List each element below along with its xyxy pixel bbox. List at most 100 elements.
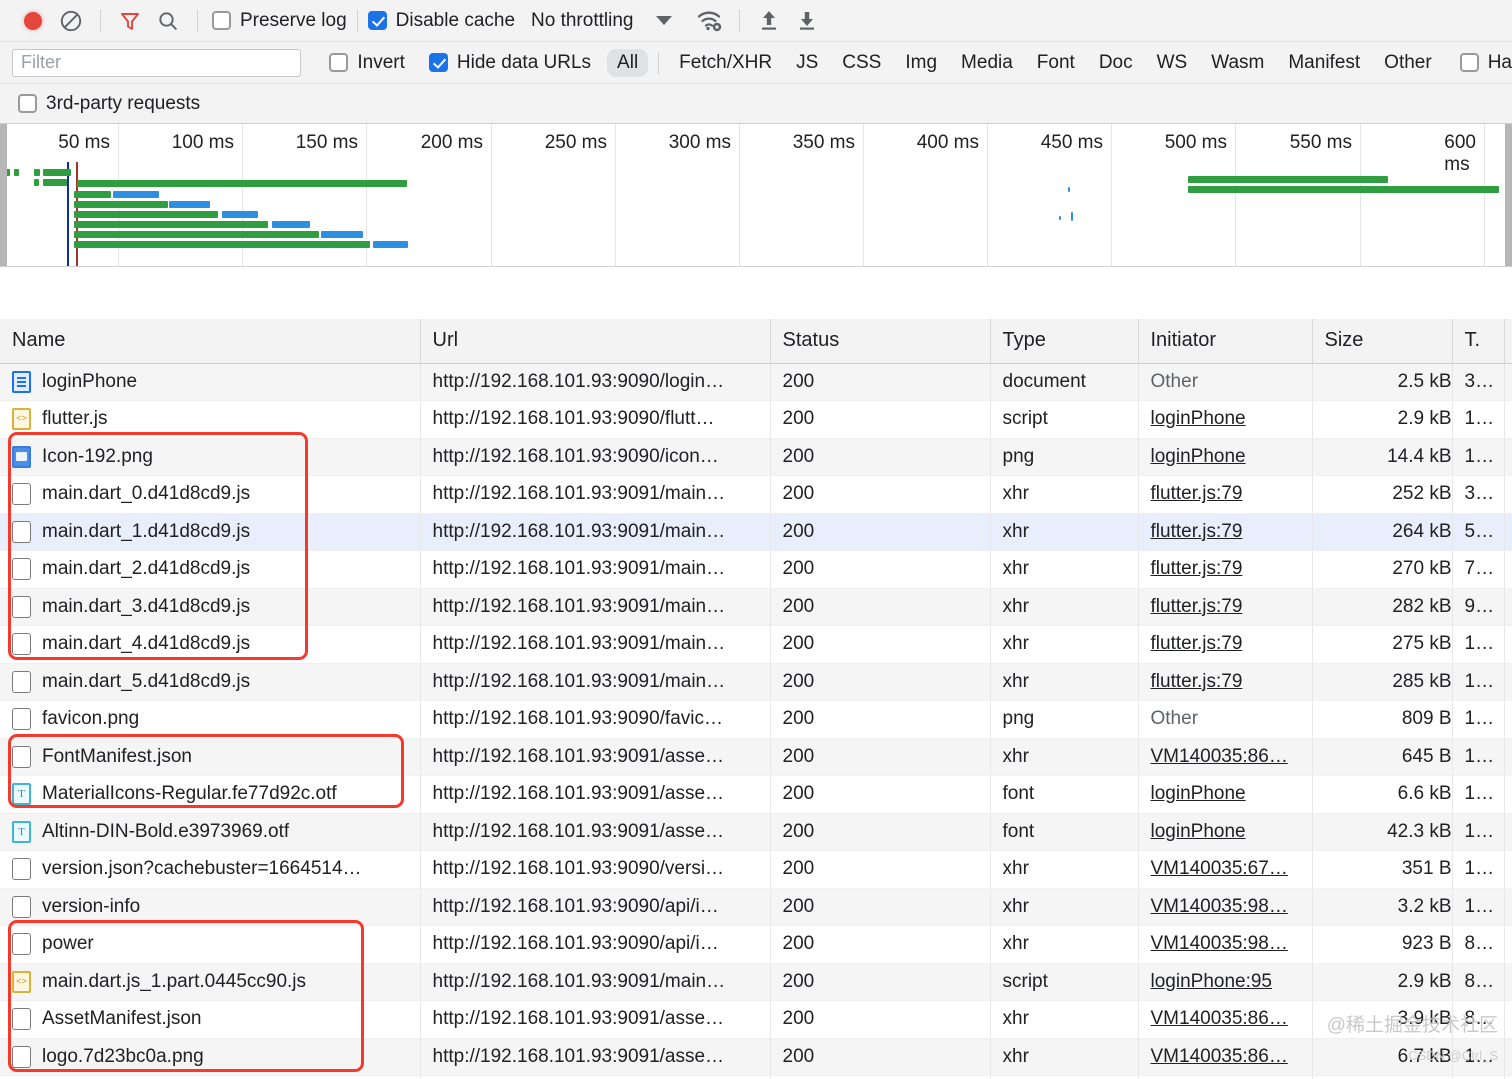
cell-name[interactable]: main.dart_2.d41d8cd9.js (0, 550, 421, 589)
initiator-link[interactable]: VM140035:86… (1151, 746, 1288, 767)
table-row[interactable]: Icon-192.png http://192.168.101.93:9090/i… (0, 438, 1512, 476)
initiator-link[interactable]: flutter.js:79 (1151, 596, 1243, 617)
cell-name[interactable]: ic_nav_back.1be3d6d3.png (0, 1075, 421, 1079)
table-row[interactable]: ic_nav_back.1be3d6d3.pnghttp://192.168.1… (0, 1075, 1512, 1079)
filter-input[interactable] (12, 48, 302, 77)
filter-type-manifest[interactable]: Manifest (1278, 49, 1370, 77)
invert-checkbox[interactable]: Invert (329, 52, 405, 74)
table-row[interactable]: <> flutter.js http://192.168.101.93:9090/f… (0, 400, 1512, 439)
has-blocked-cookies-checkbox[interactable]: Ha (1459, 52, 1512, 74)
initiator-link[interactable]: loginPhone (1151, 446, 1246, 467)
initiator-link[interactable]: VM140035:86… (1151, 1008, 1288, 1029)
column-header-size[interactable]: Size (1312, 319, 1453, 364)
table-row[interactable]: main.dart_1.d41d8cd9.js http://192.168.10… (0, 513, 1512, 551)
cell-name[interactable]: favicon.png (0, 700, 421, 739)
filter-type-ws[interactable]: WS (1147, 49, 1198, 77)
table-row[interactable]: <> main.dart.js_1.part.0445cc90.js http://… (0, 963, 1512, 1001)
initiator-link[interactable]: loginPhone (1151, 783, 1246, 804)
table-row[interactable]: main.dart_5.d41d8cd9.js http://192.168.10… (0, 663, 1512, 701)
overview-right-handle[interactable] (1505, 124, 1512, 266)
search-button[interactable] (149, 2, 187, 40)
table-row[interactable]: FontManifest.json http://192.168.101.93:9… (0, 738, 1512, 776)
initiator-link[interactable]: VM140035:67… (1151, 858, 1288, 879)
cell-name[interactable]: main.dart_4.d41d8cd9.js (0, 625, 421, 664)
table-row[interactable]: T Altinn-DIN-Bold.e3973969.otf http://192.… (0, 813, 1512, 851)
table-row[interactable]: power http://192.168.101.93:9090/api/i… 20… (0, 925, 1512, 964)
filter-type-other[interactable]: Other (1374, 49, 1442, 77)
initiator-link[interactable]: loginPhone:95 (1151, 971, 1273, 992)
column-header-status[interactable]: Status (770, 319, 991, 364)
table-row[interactable]: T MaterialIcons-Regular.fe77d92c.otf http:… (0, 775, 1512, 814)
cell-name[interactable]: <> flutter.js (0, 400, 421, 439)
column-header-url[interactable]: Url (420, 319, 771, 364)
filter-type-img[interactable]: Img (895, 49, 947, 77)
initiator-link[interactable]: VM140035:86… (1151, 1046, 1288, 1067)
cell-name[interactable]: power (0, 925, 421, 964)
filter-type-all[interactable]: All (607, 48, 649, 77)
initiator-link[interactable]: loginPhone (1151, 408, 1246, 429)
table-row[interactable]: main.dart_2.d41d8cd9.js http://192.168.10… (0, 550, 1512, 589)
throttling-select[interactable]: No throttling (531, 10, 633, 32)
table-row[interactable]: main.dart_3.d41d8cd9.js http://192.168.10… (0, 588, 1512, 626)
column-header-type[interactable]: Type (990, 319, 1139, 364)
cell-name[interactable]: AssetManifest.json (0, 1000, 421, 1039)
cell-name[interactable]: main.dart_5.d41d8cd9.js (0, 663, 421, 701)
initiator-link[interactable]: loginPhone (1151, 821, 1246, 842)
table-row[interactable]: main.dart_4.d41d8cd9.js http://192.168.10… (0, 625, 1512, 664)
disable-cache-checkbox[interactable]: Disable cache (367, 10, 515, 32)
cell-name[interactable]: Icon-192.png (0, 438, 421, 476)
hide-data-urls-checkbox[interactable]: Hide data URLs (428, 52, 591, 74)
initiator-link[interactable]: flutter.js:79 (1151, 558, 1243, 579)
name-cell-content: T MaterialIcons-Regular.fe77d92c.otf (12, 783, 419, 806)
throttling-caret-button[interactable] (645, 2, 683, 40)
column-header-waterfall[interactable]: W (1504, 319, 1512, 364)
filter-type-doc[interactable]: Doc (1089, 49, 1143, 77)
table-row[interactable]: version.json?cachebuster=1664514… http://… (0, 850, 1512, 889)
cell-name[interactable]: main.dart_1.d41d8cd9.js (0, 513, 421, 551)
filter-divider (658, 51, 660, 74)
network-overview-timeline[interactable]: 50 ms 100 ms 150 ms 200 ms 250 ms 300 ms 350 m… (0, 124, 1512, 267)
overview-left-handle[interactable] (0, 124, 7, 266)
filter-type-fetchxhr[interactable]: Fetch/XHR (669, 49, 782, 77)
table-row[interactable]: loginPhone http://192.168.101.93:9090/log… (0, 363, 1512, 401)
table-row[interactable]: AssetManifest.json http://192.168.101.93:… (0, 1000, 1512, 1039)
cell-name[interactable]: main.dart_3.d41d8cd9.js (0, 588, 421, 626)
table-row[interactable]: logo.7d23bc0a.png http://192.168.101.93:9… (0, 1038, 1512, 1076)
network-request-table-wrapper[interactable]: Name Url Status Type Initiator Size T. W… (0, 319, 1512, 1079)
filter-type-wasm[interactable]: Wasm (1201, 49, 1274, 77)
third-party-requests-checkbox[interactable]: 3rd-party requests (18, 93, 200, 115)
filter-type-css[interactable]: CSS (832, 49, 891, 77)
column-header-time[interactable]: T. (1452, 319, 1505, 364)
initiator-link[interactable]: flutter.js:79 (1151, 633, 1243, 654)
column-header-initiator[interactable]: Initiator (1138, 319, 1313, 364)
initiator-link[interactable]: VM140035:98… (1151, 933, 1288, 954)
filter-type-font[interactable]: Font (1027, 49, 1085, 77)
record-button[interactable] (14, 2, 52, 40)
initiator-link[interactable]: flutter.js:79 (1151, 671, 1243, 692)
clear-button[interactable] (52, 2, 90, 40)
table-row[interactable]: main.dart_0.d41d8cd9.js http://192.168.10… (0, 475, 1512, 514)
network-conditions-button[interactable] (691, 2, 729, 40)
cell-name[interactable]: FontManifest.json (0, 738, 421, 776)
cell-name[interactable]: T Altinn-DIN-Bold.e3973969.otf (0, 813, 421, 851)
table-row[interactable]: favicon.png http://192.168.101.93:9090/fa… (0, 700, 1512, 739)
filter-type-media[interactable]: Media (951, 49, 1023, 77)
initiator-link[interactable]: VM140035:98… (1151, 896, 1288, 917)
cell-name[interactable]: T MaterialIcons-Regular.fe77d92c.otf (0, 775, 421, 814)
cell-name[interactable]: loginPhone (0, 363, 421, 401)
preserve-log-checkbox[interactable]: Preserve log (212, 10, 347, 32)
initiator-link[interactable]: flutter.js:79 (1151, 521, 1243, 542)
cell-name[interactable]: version-info (0, 888, 421, 926)
cell-name[interactable]: main.dart_0.d41d8cd9.js (0, 475, 421, 514)
table-row[interactable]: version-info http://192.168.101.93:9090/a… (0, 888, 1512, 926)
cell-name[interactable]: version.json?cachebuster=1664514… (0, 850, 421, 889)
import-har-button[interactable] (750, 2, 788, 40)
filter-type-js[interactable]: JS (786, 49, 828, 77)
column-header-name[interactable]: Name (0, 319, 421, 364)
cell-name[interactable]: logo.7d23bc0a.png (0, 1038, 421, 1076)
export-har-button[interactable] (788, 2, 826, 40)
cell-name[interactable]: <> main.dart.js_1.part.0445cc90.js (0, 963, 421, 1001)
filter-toggle-button[interactable] (111, 2, 149, 40)
invert-label: Invert (357, 51, 405, 73)
initiator-link[interactable]: flutter.js:79 (1151, 483, 1243, 504)
